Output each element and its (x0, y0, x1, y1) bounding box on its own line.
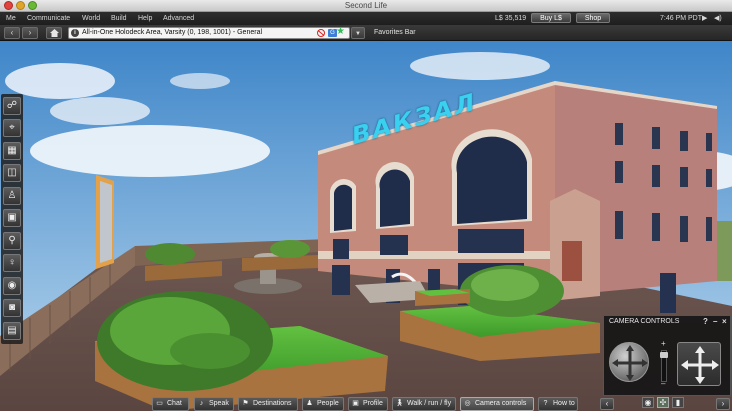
navigation-bar: ‹ › i All-in-One Holodeck Area, Varsity … (0, 25, 732, 41)
pick-icon: ⌖ (9, 122, 15, 133)
menu-help[interactable]: Help (138, 12, 152, 25)
chevron-left-button[interactable]: ‹ (600, 398, 614, 410)
location-input[interactable]: i All-in-One Holodeck Area, Varsity (0, … (68, 27, 350, 39)
buy-currency-button[interactable]: Buy L$ (531, 13, 571, 23)
orbit-arrows-icon (612, 345, 648, 381)
appearance-icon: ♙ (7, 190, 17, 201)
window-titlebar: Second Life (0, 0, 732, 12)
nearby-voice-icon: ◉ (7, 280, 17, 291)
appearance-button[interactable]: ♙ (3, 187, 21, 205)
speak-button[interactable]: ♪ Speak (194, 397, 234, 411)
camera-minimize-button[interactable]: – (713, 317, 717, 327)
menu-bar: Me Communicate World Build Help Advanced… (0, 12, 732, 25)
chat-button[interactable]: ▭ Chat (152, 397, 189, 411)
clock-text: 7:46 PM PDT (660, 15, 703, 22)
map-icon: ▦ (7, 145, 17, 156)
forward-button[interactable]: › (22, 27, 38, 39)
menu-world[interactable]: World (82, 12, 100, 25)
media-play-icon[interactable]: ▶ (702, 12, 707, 25)
menu-me[interactable]: Me (6, 12, 16, 25)
location-text: All-in-One Holodeck Area, Varsity (0, 19… (82, 29, 263, 36)
favorite-star-icon[interactable]: ★ (336, 26, 345, 38)
camera-mode-buttons: ◉ ✣ ▮ (640, 397, 690, 409)
home-button[interactable] (46, 27, 62, 39)
search-button[interactable]: ⚲ (3, 232, 21, 250)
pan-control[interactable] (677, 342, 721, 386)
left-toolbar: ☍ ⌖ ▦ ◫ ♙ ▣ ⚲ ♀ ◉ ◙ ▤ (1, 94, 23, 344)
search-icon: ⚲ (8, 235, 16, 246)
minimap-icon: ◫ (7, 167, 17, 178)
home-icon (49, 29, 59, 37)
notes-button[interactable]: ▤ (3, 322, 21, 340)
profile-icon: ▣ (352, 400, 359, 407)
chevron-left-icon: ‹ (605, 399, 609, 408)
gestures-icon: ☍ (6, 100, 18, 111)
voice-button[interactable]: ♀ (3, 254, 21, 272)
zoom-slider-thumb[interactable] (660, 352, 668, 358)
chevron-right-icon: › (721, 399, 725, 408)
camera-controls-title: CAMERA CONTROLS (609, 318, 680, 325)
camera-controls-button[interactable]: ◎ Camera controls (460, 397, 534, 411)
walk-icon: 🚶︎ (395, 400, 404, 407)
no-voice-icon (317, 29, 325, 37)
window-title: Second Life (344, 1, 388, 10)
camera-presets-icon[interactable]: ▮ (672, 397, 684, 408)
chevron-down-icon: ▼ (355, 31, 361, 37)
pan-arrows-icon (681, 346, 719, 384)
bottom-toolbar: ▭ Chat ♪ Speak ⚑ Destinations ♟ People ▣ Prof… (150, 397, 580, 411)
place-info-icon[interactable]: i (71, 29, 79, 37)
map-button[interactable]: ▦ (3, 142, 21, 160)
orbit-control[interactable] (609, 342, 649, 382)
menu-advanced[interactable]: Advanced (163, 12, 194, 25)
zoom-in-button[interactable]: + (661, 340, 666, 348)
shop-button[interactable]: Shop (576, 13, 610, 23)
camera-controls-panel: CAMERA CONTROLS ? – × + – (603, 315, 731, 396)
gestures-button[interactable]: ☍ (3, 97, 21, 115)
pin-icon: ⚑ (242, 400, 249, 407)
notes-icon: ▤ (7, 325, 17, 336)
back-button[interactable]: ‹ (4, 27, 20, 39)
voice-icon: ♀ (8, 257, 16, 268)
menu-build[interactable]: Build (111, 12, 127, 25)
inventory-icon: ▣ (7, 212, 17, 223)
pick-button[interactable]: ⌖ (3, 119, 21, 137)
nearby-voice-button[interactable]: ◉ (3, 277, 21, 295)
walk-run-fly-button[interactable]: 🚶︎ Walk / run / fly (392, 397, 456, 411)
people-button[interactable]: ♟ People (302, 397, 344, 411)
microphone-icon: ♪ (199, 400, 204, 407)
destinations-button[interactable]: ⚑ Destinations (238, 397, 298, 411)
forward-arrow-icon: › (28, 28, 32, 37)
object-view-icon[interactable]: ✣ (657, 397, 669, 408)
snapshot-button[interactable]: ◙ (3, 299, 21, 317)
location-history-dropdown[interactable]: ▼ (351, 27, 365, 39)
eye-icon: ◎ (464, 400, 471, 407)
menu-communicate[interactable]: Communicate (27, 12, 70, 25)
front-view-icon[interactable]: ◉ (642, 397, 654, 408)
how-to-button[interactable]: ? How to (538, 397, 578, 411)
camera-close-button[interactable]: × (722, 317, 727, 327)
minimap-button[interactable]: ◫ (3, 164, 21, 182)
profile-button[interactable]: ▣ Profile (348, 397, 388, 411)
camera-help-button[interactable]: ? (703, 317, 708, 327)
zoom-out-button[interactable]: – (661, 380, 665, 388)
people-icon: ♟ (306, 400, 313, 407)
help-icon: ? (543, 400, 548, 407)
chat-icon: ▭ (156, 400, 163, 407)
back-arrow-icon: ‹ (10, 28, 14, 37)
snapshot-icon: ◙ (8, 302, 16, 313)
favorites-bar-label: Favorites Bar (374, 29, 416, 36)
chevron-right-button[interactable]: › (716, 398, 730, 410)
inventory-button[interactable]: ▣ (3, 209, 21, 227)
volume-icon[interactable]: ◀) (714, 12, 722, 25)
balance-text[interactable]: L$ 35,519 (495, 12, 526, 25)
